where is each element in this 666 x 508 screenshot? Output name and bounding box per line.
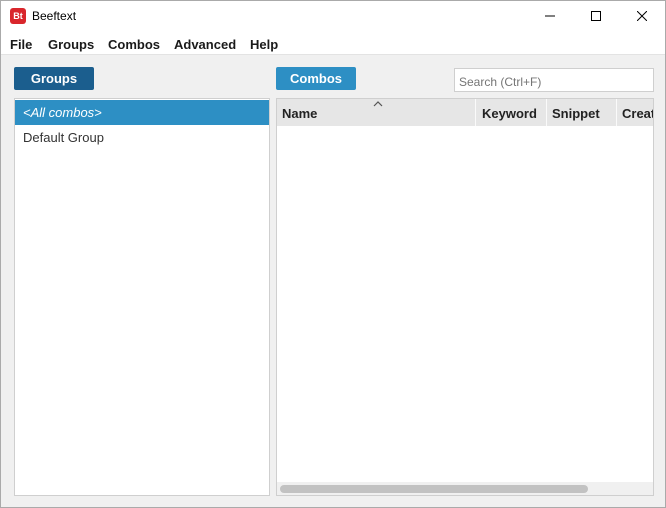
minimize-icon: [545, 15, 555, 17]
horizontal-scrollbar[interactable]: [277, 482, 653, 495]
maximize-button[interactable]: [573, 1, 619, 31]
title-bar: Bt Beeftext: [1, 1, 665, 31]
column-header-name[interactable]: Name: [277, 99, 476, 126]
menu-advanced[interactable]: Advanced: [174, 37, 236, 52]
maximize-icon: [591, 11, 601, 21]
column-header-created[interactable]: Creat: [617, 99, 653, 126]
groups-header-button[interactable]: Groups: [14, 67, 94, 90]
search-input[interactable]: [454, 68, 654, 92]
column-name-label: Name: [282, 106, 318, 121]
menu-combos[interactable]: Combos: [108, 37, 160, 52]
column-header-keyword[interactable]: Keyword: [477, 99, 547, 126]
menu-file[interactable]: File: [10, 37, 32, 52]
window-title: Beeftext: [32, 9, 77, 23]
menu-bar: File Groups Combos Advanced Help: [1, 31, 665, 55]
group-item-default-group[interactable]: Default Group: [15, 125, 269, 150]
menu-groups[interactable]: Groups: [48, 37, 94, 52]
table-header: Name Keyword Snippet Creat: [277, 99, 653, 126]
app-icon: Bt: [10, 8, 26, 24]
sort-ascending-icon: [373, 101, 383, 107]
minimize-button[interactable]: [527, 1, 573, 31]
main-window: Bt Beeftext File Groups Combos Advanced …: [0, 0, 666, 508]
combos-table: Name Keyword Snippet Creat: [276, 98, 654, 496]
group-item-all-combos[interactable]: <All combos>: [15, 100, 269, 125]
groups-list: <All combos> Default Group: [14, 98, 270, 496]
combos-header-button[interactable]: Combos: [276, 67, 356, 90]
scrollbar-thumb[interactable]: [280, 485, 588, 493]
close-button[interactable]: [619, 1, 665, 31]
menu-help[interactable]: Help: [250, 37, 278, 52]
column-header-snippet[interactable]: Snippet: [547, 99, 617, 126]
close-icon: [637, 11, 647, 21]
